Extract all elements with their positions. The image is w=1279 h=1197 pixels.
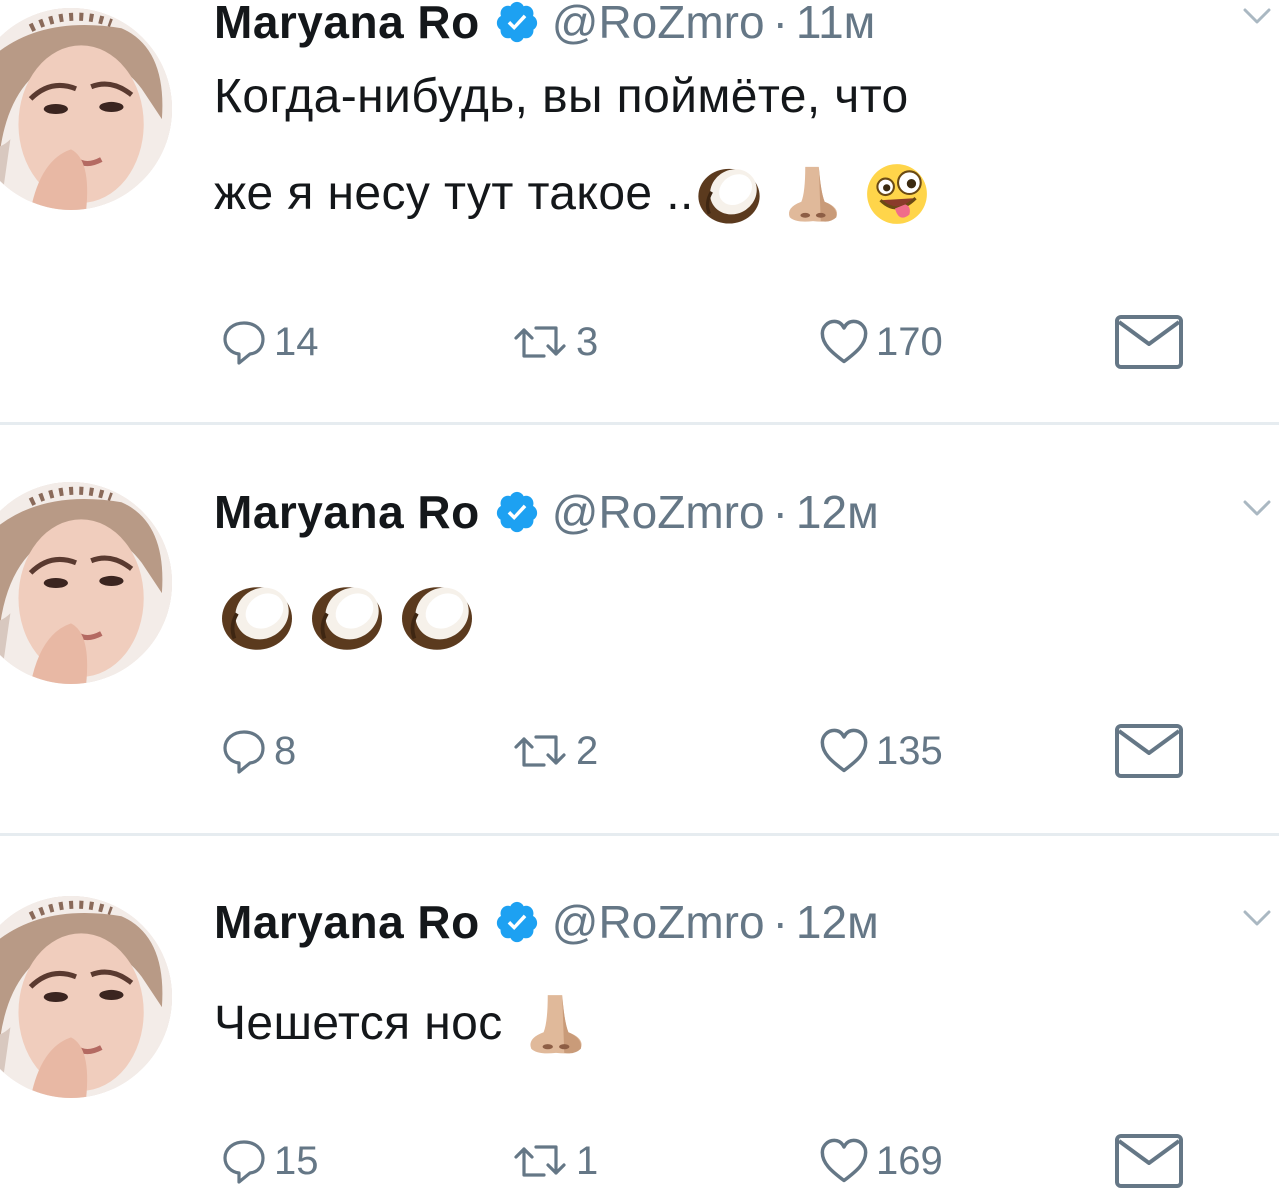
tweet[interactable]: Maryana Ro @RoZmro · 12м Чешется нос 15 …: [0, 838, 1279, 1197]
tweet-actions: 8 2 135: [214, 716, 1194, 786]
like-icon: [818, 1137, 870, 1185]
display-name[interactable]: Maryana Ro: [214, 895, 480, 949]
display-name[interactable]: Maryana Ro: [214, 0, 480, 49]
tweet-actions: 14 3 170: [214, 307, 1194, 377]
retweet-count: 3: [576, 319, 599, 364]
tweet-text-line: же я несу тут такое ..: [214, 167, 694, 220]
avatar-image: [0, 896, 172, 1098]
reply-count: 8: [274, 728, 297, 773]
avatar-image: [0, 8, 172, 210]
handle[interactable]: @RoZmro: [552, 485, 765, 539]
avatar-image: [0, 482, 172, 684]
timestamp[interactable]: 12м: [796, 485, 879, 539]
tweet-text-line: Чешется нос: [214, 997, 503, 1050]
dm-button[interactable]: [1114, 307, 1184, 377]
like-button[interactable]: 169: [818, 1126, 943, 1196]
dm-button[interactable]: [1114, 716, 1184, 786]
reply-button[interactable]: 15: [220, 1126, 319, 1196]
tweet[interactable]: Maryana Ro @RoZmro · 12м 8 2 135: [0, 426, 1279, 836]
avatar[interactable]: [0, 896, 172, 1098]
tweet-divider: [0, 422, 1279, 425]
separator-dot: ·: [772, 0, 788, 48]
tweet-text: Чешется нос: [214, 984, 1234, 1064]
coconut-emoji: [694, 159, 764, 229]
reply-icon: [220, 1137, 268, 1185]
timestamp[interactable]: 12м: [796, 895, 879, 949]
reply-icon: [220, 727, 268, 775]
coconut-emoji: [304, 576, 390, 656]
dm-icon: [1114, 723, 1184, 779]
reply-count: 15: [274, 1138, 319, 1183]
avatar[interactable]: [0, 8, 172, 210]
like-button[interactable]: 170: [818, 307, 943, 377]
like-count: 170: [876, 319, 943, 364]
like-count: 135: [876, 728, 943, 773]
reply-icon: [220, 318, 268, 366]
separator-dot: ·: [772, 486, 788, 538]
tweet-header: Maryana Ro @RoZmro · 11м: [214, 0, 875, 50]
retweet-icon: [510, 318, 570, 366]
reply-button[interactable]: 14: [220, 307, 319, 377]
tweet-actions: 15 1 169: [214, 1126, 1194, 1196]
retweet-button[interactable]: 1: [510, 1126, 598, 1196]
verified-badge-icon: [494, 489, 540, 535]
retweet-icon: [510, 1137, 570, 1185]
retweet-button[interactable]: 2: [510, 716, 598, 786]
coconut-emoji: [214, 576, 300, 656]
retweet-count: 2: [576, 728, 599, 773]
like-button[interactable]: 135: [818, 716, 943, 786]
tweet-divider: [0, 833, 1279, 836]
tweet-text-line-with-emoji: же я несу тут такое ..: [214, 132, 1234, 256]
dm-button[interactable]: [1114, 1126, 1184, 1196]
reply-button[interactable]: 8: [220, 716, 296, 786]
tweet-text: Когда-нибудь, вы поймёте, что же я несу …: [214, 62, 1234, 256]
retweet-icon: [510, 727, 570, 775]
coconut-emoji: [394, 576, 480, 656]
separator-dot: ·: [772, 896, 788, 948]
timestamp[interactable]: 11м: [796, 0, 875, 49]
display-name[interactable]: Maryana Ro: [214, 485, 480, 539]
like-icon: [818, 318, 870, 366]
tweet-header: Maryana Ro @RoZmro · 12м: [214, 894, 879, 950]
retweet-button[interactable]: 3: [510, 307, 598, 377]
nose-emoji: [782, 163, 844, 225]
retweet-count: 1: [576, 1138, 599, 1183]
chevron-down-icon[interactable]: [1239, 2, 1275, 32]
tweet[interactable]: Maryana Ro @RoZmro · 11м Когда-нибудь, в…: [0, 0, 1279, 424]
chevron-down-icon[interactable]: [1239, 494, 1275, 524]
handle[interactable]: @RoZmro: [552, 0, 765, 49]
verified-badge-icon: [494, 899, 540, 945]
verified-badge-icon: [494, 0, 540, 45]
avatar[interactable]: [0, 482, 172, 684]
tweet-text: [214, 576, 1234, 656]
like-icon: [818, 727, 870, 775]
handle[interactable]: @RoZmro: [552, 895, 765, 949]
zany-face-emoji: [864, 161, 930, 227]
dm-icon: [1114, 314, 1184, 370]
reply-count: 14: [274, 319, 319, 364]
dm-icon: [1114, 1133, 1184, 1189]
nose-emoji: [523, 989, 589, 1059]
like-count: 169: [876, 1138, 943, 1183]
tweet-header: Maryana Ro @RoZmro · 12м: [214, 484, 879, 540]
tweet-text-line: Когда-нибудь, вы поймёте, что: [214, 70, 909, 123]
chevron-down-icon[interactable]: [1239, 904, 1275, 934]
